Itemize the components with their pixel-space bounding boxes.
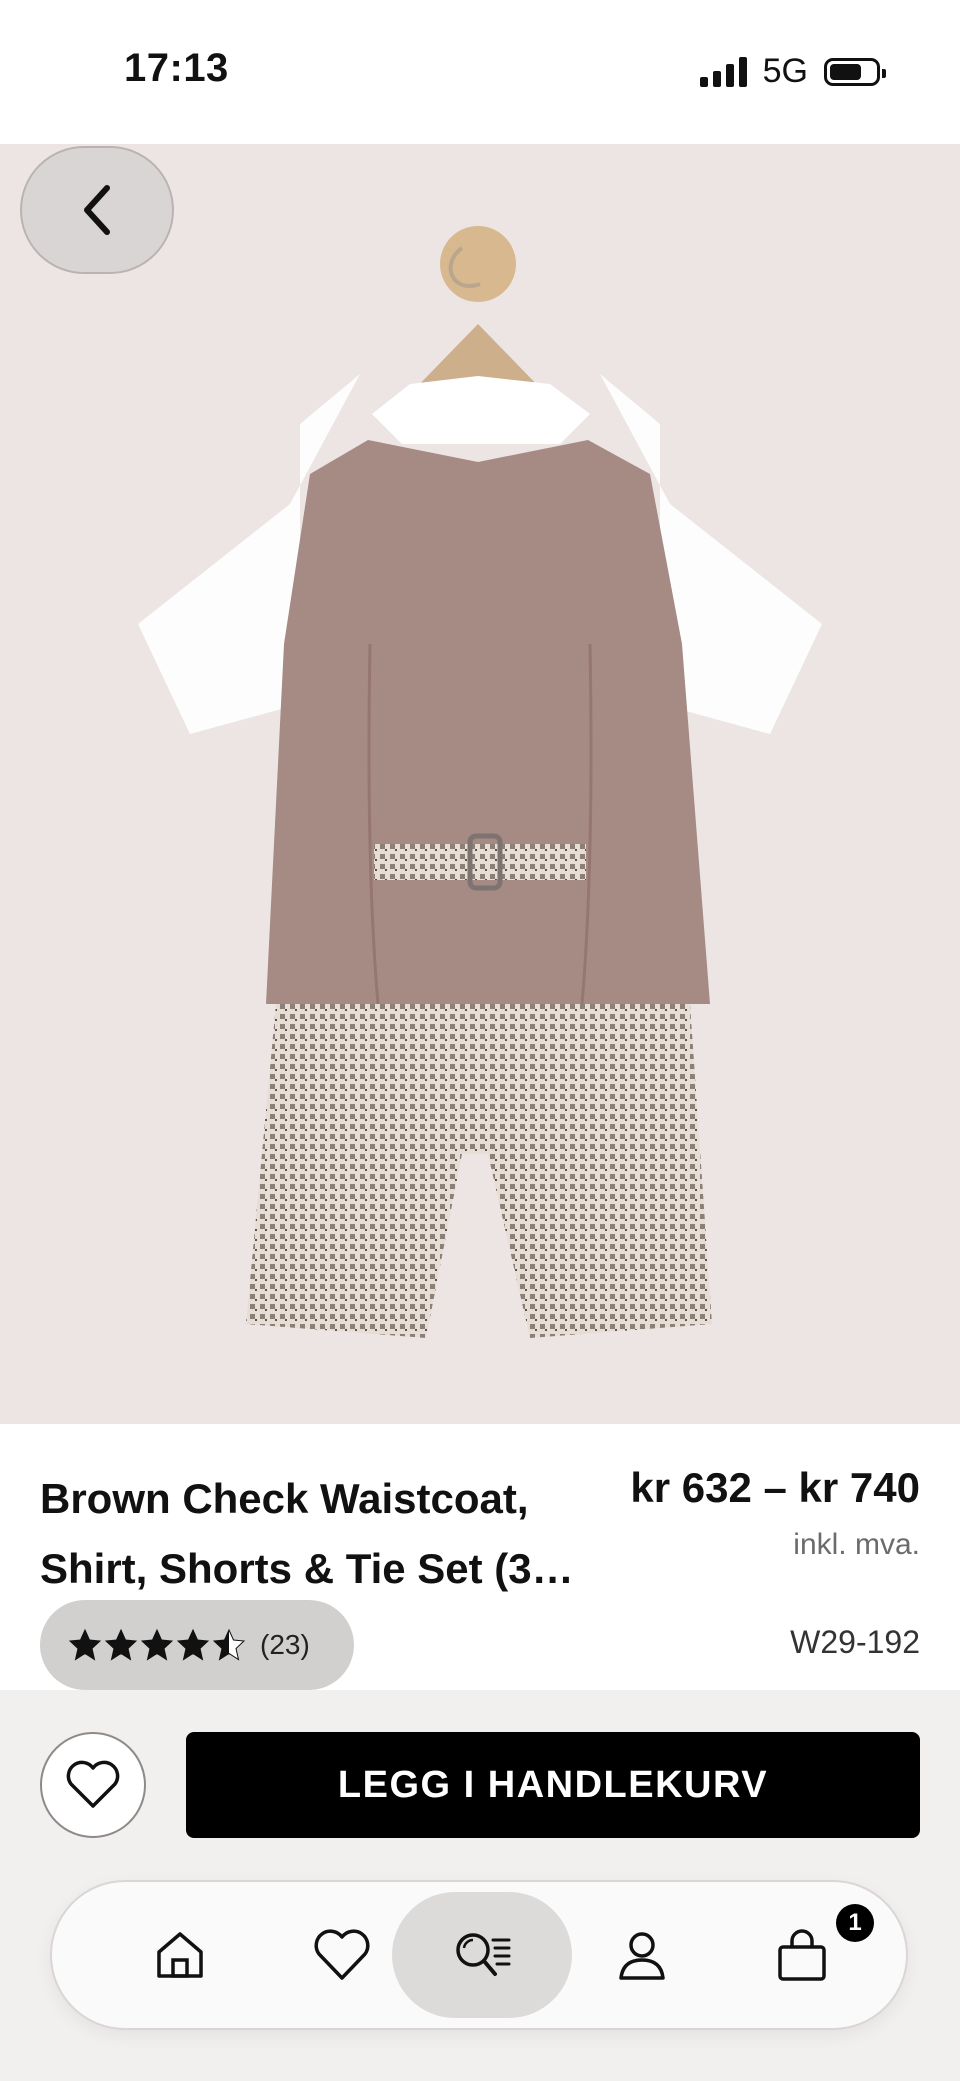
product-title: Brown Check Waistcoat, Shirt, Shorts & T… <box>40 1475 574 1592</box>
star-icon <box>212 1628 246 1661</box>
vat-note: inkl. mva. <box>793 1528 920 1561</box>
review-count: (23) <box>260 1629 310 1660</box>
status-indicators: 5G <box>699 52 886 91</box>
heart-icon <box>66 1760 120 1808</box>
tab-account[interactable] <box>552 1892 732 2018</box>
star-icon <box>104 1628 138 1661</box>
chevron-left-icon <box>84 185 110 235</box>
status-bar: 17:13 5G <box>0 0 960 144</box>
tab-bar: 1 <box>50 1880 908 2030</box>
battery-icon <box>824 57 886 86</box>
product-price: kr 632 – kr 740 <box>630 1464 920 1511</box>
back-button[interactable] <box>20 146 174 274</box>
signal-icon <box>699 56 747 87</box>
heart-icon <box>314 1929 370 1980</box>
user-icon <box>619 1932 665 1980</box>
rating-stars <box>68 1628 246 1662</box>
battery-fill <box>830 63 861 80</box>
status-time: 17:13 <box>124 46 229 90</box>
home-icon <box>157 1932 203 1978</box>
product-info: Brown Check Waistcoat, Shirt, Shorts & T… <box>0 1424 960 1690</box>
star-icon <box>176 1628 210 1661</box>
network-label: 5G <box>762 52 808 90</box>
star-icon <box>68 1628 102 1661</box>
wishlist-button[interactable] <box>40 1732 146 1838</box>
tab-home[interactable] <box>90 1892 270 2018</box>
product-image[interactable] <box>0 144 960 1424</box>
add-to-cart-button[interactable]: LEGG I HANDLEKURV <box>186 1732 920 1838</box>
search-list-icon <box>456 1933 511 1976</box>
rating-badge[interactable]: (23) <box>40 1600 354 1690</box>
product-illustration <box>138 226 822 1338</box>
cart-count-badge: 1 <box>836 1904 874 1942</box>
product-sku: W29-192 <box>790 1624 920 1660</box>
bag-icon <box>778 1929 826 1981</box>
star-icon <box>140 1628 174 1661</box>
tab-search[interactable] <box>392 1892 572 2018</box>
tab-cart[interactable]: 1 <box>712 1892 892 2018</box>
bottom-panel: LEGG I HANDLEKURV 1 <box>0 1690 960 2081</box>
